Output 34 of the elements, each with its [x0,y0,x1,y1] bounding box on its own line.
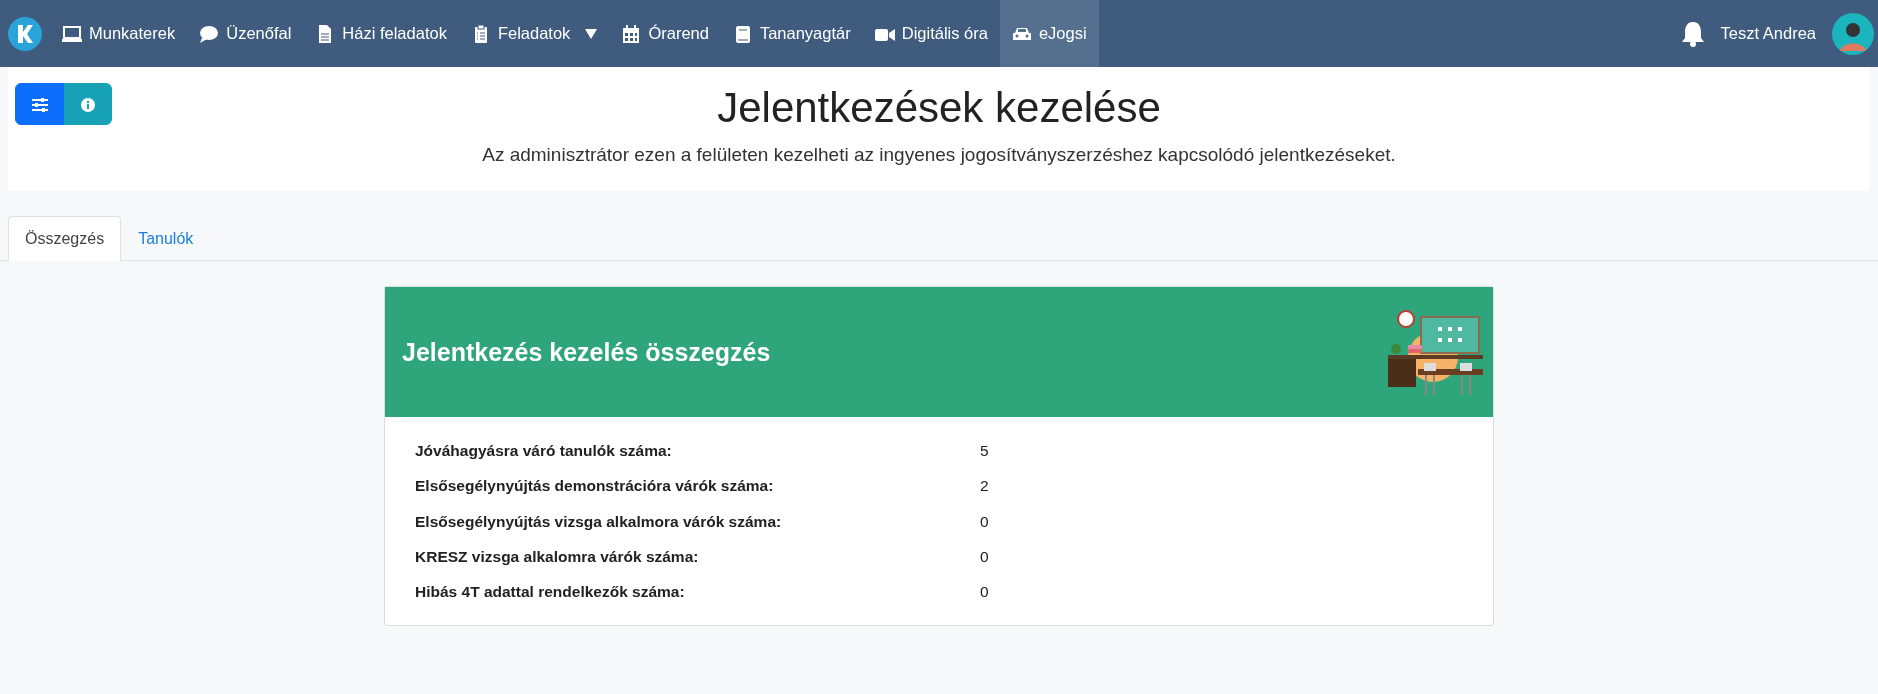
page-description: Az adminisztrátor ezen a felületen kezelheti az ingyenes jogosítványszerzéshez kapcsolódó jelentkezéseket. [482,143,1396,168]
nav-link[interactable]: eJogsi [999,0,1099,67]
nav-link[interactable]: Munkaterek [50,0,188,67]
nav-link[interactable]: Feladatok [458,0,610,67]
stat-label: Hibás 4T adattal rendelkezők száma: [415,582,686,602]
stat-value: 0 [980,546,989,567]
nav-link[interactable]: Üzenőfal [187,0,304,67]
page-title: Jelentkezések kezelése [717,83,1161,133]
stat-value: 0 [980,582,989,602]
tab[interactable]: Tanulók [121,216,211,261]
calendar-icon [621,24,642,43]
nav-link[interactable]: Házi feladatok [303,0,459,67]
info-button[interactable] [64,83,112,125]
sliders-icon [32,97,48,112]
speech-bubble-icon [199,24,220,43]
tab[interactable]: Összegzés [8,216,122,261]
logo-icon[interactable] [8,16,42,51]
card-title: Jelentkezés kezelés összegzés [402,337,771,367]
stat-label: Elsősegélynyújtás vizsga alkalmora várók száma: [415,511,783,532]
stat-value: 5 [980,441,989,461]
filter-button[interactable] [15,83,65,125]
stat-value: 0 [980,511,989,532]
stat-label: Elsősegélynyújtás demonstrációra várók száma: [415,476,775,497]
stat-label: Jóváhagyásra váró tanulók száma: [415,441,673,461]
nav-link[interactable]: Tananyagtár [720,0,863,67]
stat-value: 2 [980,476,989,497]
avatar-icon[interactable] [1832,12,1874,55]
stat-label: KRESZ vizsga alkalomra várók száma: [415,546,700,567]
nav-link[interactable]: Órarend [609,0,721,67]
user-name[interactable]: Teszt Andrea [1720,21,1816,46]
laptop-icon [62,24,82,43]
info-icon [81,97,95,112]
nav-link[interactable]: Digitális óra [862,0,1000,67]
bell-icon[interactable] [1680,20,1705,47]
